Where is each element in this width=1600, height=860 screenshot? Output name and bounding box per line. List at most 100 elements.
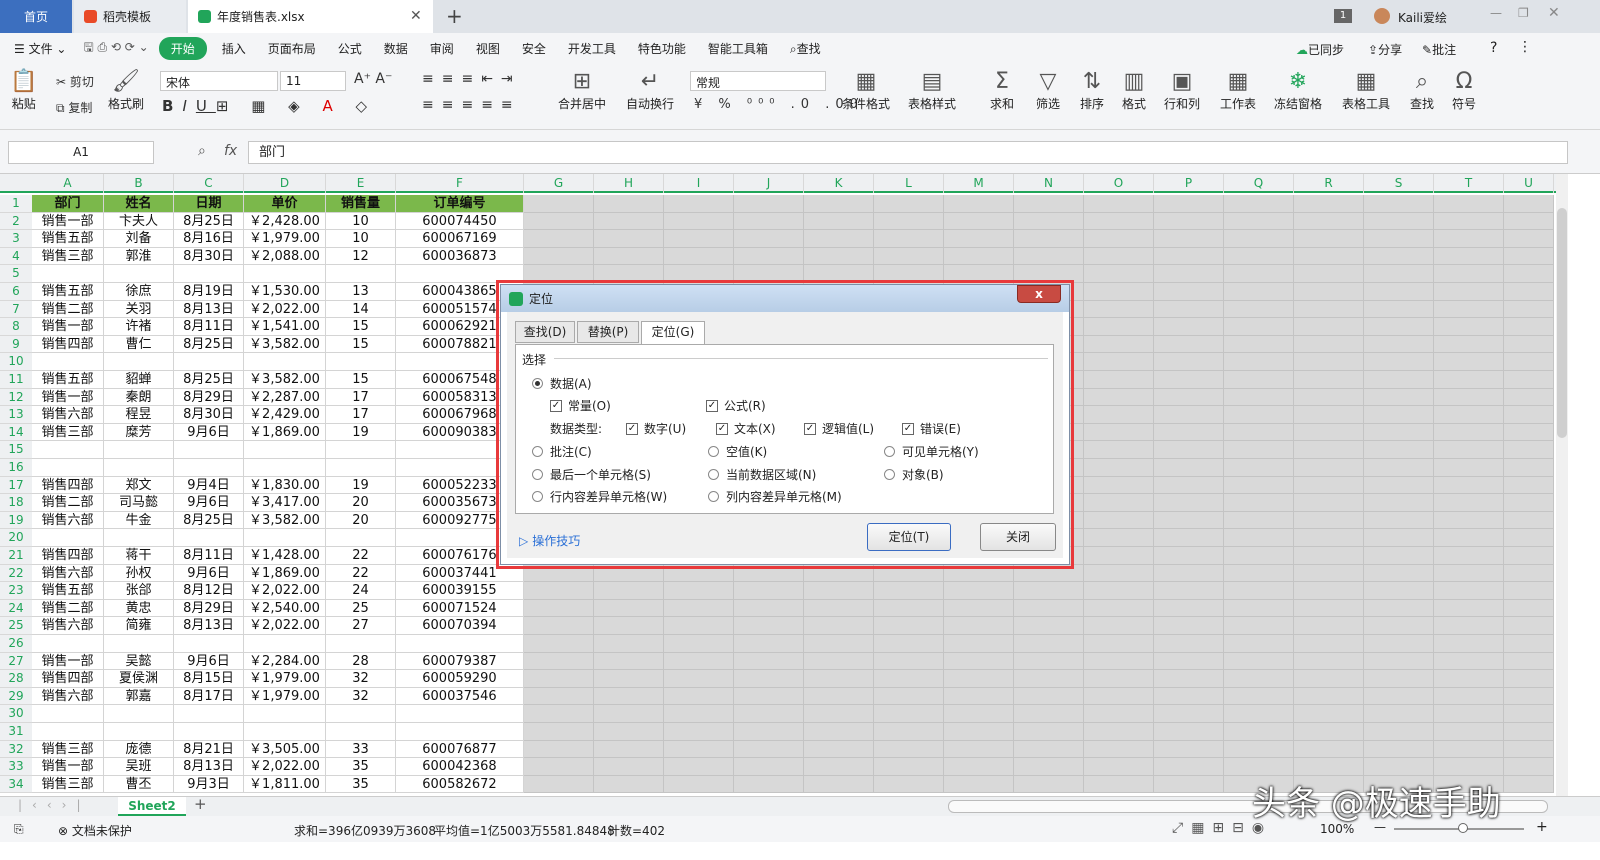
table-cell[interactable] — [1364, 635, 1434, 653]
table-cell[interactable]: 糜芳 — [104, 423, 174, 442]
table-cell[interactable] — [664, 635, 734, 653]
table-cell[interactable] — [1504, 459, 1554, 477]
table-cell[interactable]: 销售五部 — [32, 371, 104, 389]
table-cell[interactable] — [1084, 230, 1154, 248]
conditional-format-button[interactable]: ▦ 条件格式 — [842, 69, 890, 112]
table-cell[interactable] — [944, 758, 1014, 776]
table-cell[interactable]: 15 — [326, 318, 396, 336]
column-header[interactable]: B — [104, 174, 174, 193]
table-cell[interactable] — [1364, 283, 1434, 301]
table-cell[interactable] — [32, 723, 104, 741]
table-cell[interactable] — [1224, 687, 1294, 706]
table-cell[interactable] — [944, 635, 1014, 653]
table-cell[interactable]: 销售一部 — [32, 758, 104, 776]
row-header[interactable]: 30 — [0, 705, 32, 723]
table-cell[interactable] — [1434, 564, 1504, 583]
table-cell[interactable]: 销售四部 — [32, 547, 104, 565]
table-cell[interactable] — [1504, 529, 1554, 547]
table-cell[interactable] — [804, 775, 874, 794]
vertical-scroll-thumb[interactable] — [1557, 208, 1567, 438]
table-cell[interactable]: 8月25日 — [174, 371, 244, 389]
filter-button[interactable]: ▽ 筛选 — [1036, 69, 1060, 112]
table-cell[interactable] — [1504, 617, 1554, 635]
table-cell[interactable]: 600059290 — [396, 670, 524, 688]
column-header[interactable]: R — [1294, 174, 1364, 193]
table-cell[interactable] — [1364, 758, 1434, 776]
table-cell[interactable] — [1224, 406, 1294, 424]
table-cell[interactable] — [1434, 617, 1504, 635]
sync-status[interactable]: ☁已同步 — [1296, 41, 1344, 58]
table-cell[interactable] — [1434, 740, 1504, 759]
radio-col-diff[interactable]: 列内容差异单元格(M) — [708, 488, 842, 505]
table-cell[interactable]: 600039155 — [396, 582, 524, 600]
table-cell[interactable] — [804, 582, 874, 600]
table-cell[interactable] — [1434, 476, 1504, 495]
find-button[interactable]: ⌕ 查找 — [1410, 69, 1434, 112]
row-col-button[interactable]: ▣ 行和列 — [1164, 69, 1200, 112]
table-cell[interactable] — [1224, 529, 1294, 547]
table-cell[interactable]: 15 — [326, 335, 396, 354]
table-cell[interactable]: 部门 — [32, 195, 104, 213]
table-cell[interactable] — [1504, 247, 1554, 266]
table-cell[interactable] — [1084, 265, 1154, 283]
table-cell[interactable] — [524, 247, 594, 266]
help-button[interactable]: ? — [1490, 40, 1497, 56]
goto-confirm-button[interactable]: 定位(T) — [867, 523, 951, 551]
check-number[interactable]: ✓ 数字(U) — [626, 420, 686, 437]
row-header[interactable]: 29 — [0, 687, 32, 706]
table-cell[interactable] — [944, 775, 1014, 794]
table-cell[interactable] — [734, 582, 804, 600]
table-cell[interactable] — [244, 265, 326, 283]
row-header[interactable]: 28 — [0, 670, 32, 688]
table-cell[interactable] — [1224, 617, 1294, 635]
column-header[interactable]: G — [524, 174, 594, 193]
tab-home[interactable]: 首页 — [0, 0, 72, 33]
table-cell[interactable] — [1084, 318, 1154, 336]
row-header[interactable]: 4 — [0, 247, 32, 266]
table-cell[interactable]: 销售二部 — [32, 494, 104, 512]
table-cell[interactable] — [1434, 547, 1504, 565]
column-header[interactable]: N — [1014, 174, 1084, 193]
table-cell[interactable]: 司马懿 — [104, 494, 174, 512]
table-cell[interactable] — [874, 635, 944, 653]
table-cell[interactable] — [664, 230, 734, 248]
radio-comment[interactable]: 批注(C) — [532, 443, 592, 460]
table-cell[interactable] — [944, 740, 1014, 759]
table-cell[interactable] — [1364, 371, 1434, 389]
table-cell[interactable] — [1504, 652, 1554, 671]
table-cell[interactable] — [1154, 705, 1224, 723]
table-cell[interactable]: ￥1,428.00 — [244, 547, 326, 565]
share-button[interactable]: ⇪分享 — [1368, 41, 1402, 58]
menu-view[interactable]: 视图 — [476, 40, 500, 57]
table-cell[interactable] — [1364, 406, 1434, 424]
menu-security[interactable]: 安全 — [522, 40, 546, 57]
column-header[interactable]: F — [396, 174, 524, 193]
table-cell[interactable] — [1434, 300, 1504, 319]
table-cell[interactable] — [1294, 529, 1364, 547]
table-cell[interactable] — [1294, 564, 1364, 583]
table-cell[interactable] — [524, 599, 594, 618]
column-header[interactable]: A — [32, 174, 104, 193]
more-icon[interactable]: ⋮ — [1518, 39, 1532, 55]
table-cell[interactable] — [664, 758, 734, 776]
table-cell[interactable] — [594, 687, 664, 706]
row-header[interactable]: 6 — [0, 283, 32, 301]
table-cell[interactable] — [944, 599, 1014, 618]
table-cell[interactable] — [1434, 247, 1504, 266]
column-header[interactable]: U — [1504, 174, 1554, 193]
table-cell[interactable]: 600079387 — [396, 652, 524, 671]
table-cell[interactable] — [524, 705, 594, 723]
table-cell[interactable] — [32, 529, 104, 547]
table-cell[interactable] — [1014, 705, 1084, 723]
table-cell[interactable] — [524, 723, 594, 741]
table-cell[interactable] — [874, 582, 944, 600]
table-cell[interactable] — [1294, 247, 1364, 266]
table-cell[interactable] — [326, 441, 396, 459]
table-cell[interactable] — [594, 670, 664, 688]
row-header[interactable]: 32 — [0, 740, 32, 759]
table-cell[interactable] — [1084, 670, 1154, 688]
table-cell[interactable] — [664, 705, 734, 723]
menu-developer[interactable]: 开发工具 — [568, 40, 616, 57]
table-cell[interactable] — [104, 705, 174, 723]
table-cell[interactable] — [524, 775, 594, 794]
